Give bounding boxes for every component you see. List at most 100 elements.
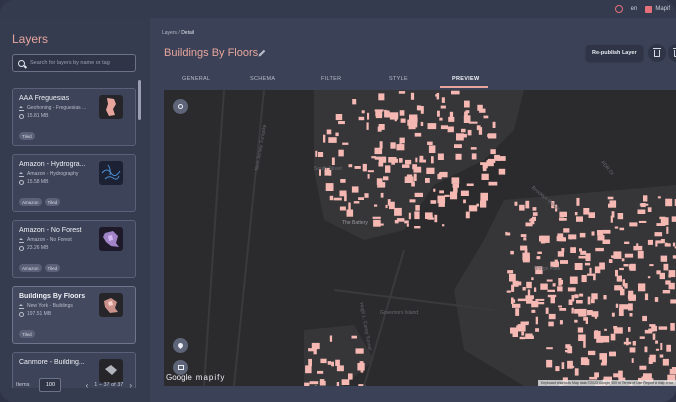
building-footprint [467,129,472,136]
source-icon [19,237,24,243]
building-footprint [442,224,445,227]
building-footprint [461,128,466,133]
storage-icon [19,179,24,185]
layer-size-text: 15.58 MB [27,179,49,185]
language-switch[interactable] [614,5,623,13]
building-footprint [367,112,370,120]
tab-filter[interactable]: FILTER [321,76,341,82]
building-footprint [464,100,470,108]
building-footprint [633,245,643,251]
building-footprint [455,144,458,148]
building-footprint [440,105,446,109]
building-footprint [449,111,454,119]
building-footprint [552,283,556,287]
building-footprint [607,196,614,200]
tag[interactable]: Tiled [44,264,61,272]
items-per-page-select[interactable]: 100 [39,378,62,392]
building-footprint [668,270,676,278]
user-menu[interactable]: Mapif [645,5,670,13]
republish-button[interactable]: Re-publish Layer [586,45,643,61]
building-footprint [670,323,675,331]
tab-schema[interactable]: SCHEMA [250,76,275,82]
building-footprint [560,279,563,285]
building-footprint [615,303,619,308]
building-footprint [471,153,477,160]
building-footprint [431,156,434,164]
language-label[interactable]: en [631,6,638,12]
tab-general[interactable]: GENERAL [182,76,210,82]
building-footprint [535,316,538,325]
building-footprint [546,279,553,282]
chevron-right-icon[interactable]: › [129,381,132,390]
pencil-icon[interactable] [257,48,267,58]
pagination: ‹ 1 – 37 of 37 › [86,381,132,390]
tab-preview[interactable]: PREVIEW [452,76,479,82]
layer-search-input[interactable] [30,60,130,66]
layer-thumbnail [99,293,123,317]
sidebar-title: Layers [12,32,49,46]
building-footprint [420,121,424,126]
more-button[interactable] [668,44,676,62]
building-footprint [657,196,661,199]
building-footprint [560,260,568,264]
building-footprint [643,195,648,202]
building-footprint [622,279,625,287]
tag[interactable]: Amazon [19,198,42,206]
building-footprint [425,178,430,183]
building-footprint [339,190,347,197]
building-footprint [468,205,478,212]
building-footprint [644,293,649,301]
tab-style[interactable]: STYLE [389,76,408,82]
chevron-left-icon[interactable]: ‹ [86,381,89,390]
tag[interactable]: Tiled [19,132,35,140]
building-footprint [367,170,374,173]
building-footprint [525,335,534,339]
map-location-button[interactable] [173,338,188,353]
building-footprint [435,94,438,97]
map-attribution[interactable]: Keyboard shortcuts Map data ©2023 Google… [537,380,676,386]
breadcrumb-root[interactable]: Layers [162,30,177,36]
building-footprint [660,255,668,262]
building-footprint [325,183,334,191]
delete-button[interactable] [648,44,666,62]
map-preview[interactable]: South Street The Battery New Jersey Turn… [164,90,676,386]
layer-card[interactable]: Amazon - Hydrogra... Amazon - Hydrograph… [12,154,136,212]
globe-icon [614,5,623,13]
building-footprint [647,239,653,245]
building-footprint [567,365,575,368]
building-footprint [385,110,390,118]
building-footprint [338,149,344,157]
building-footprint [655,340,658,344]
map-search-button[interactable] [173,99,188,114]
building-footprint [511,297,514,305]
layer-card-selected[interactable]: Buildings By Floors New York - Buildings… [12,286,136,344]
building-footprint [574,294,579,299]
building-footprint [331,361,334,367]
building-footprint [517,298,527,302]
building-footprint [663,263,669,271]
layer-search[interactable] [12,54,136,72]
layer-list-scrollbar[interactable] [138,80,141,120]
building-footprint [589,267,592,274]
building-footprint [570,247,576,253]
tag[interactable]: Tiled [44,198,61,206]
building-footprint [413,166,422,173]
building-footprint [531,300,539,308]
building-footprint [669,368,676,375]
layer-card[interactable]: AAA Freguesias Geohoning - Freguesias ..… [12,88,136,146]
building-footprint [639,365,647,370]
building-footprint [604,328,607,331]
building-footprint [560,218,567,221]
search-icon [178,104,183,109]
building-footprint [434,214,438,223]
building-footprint [338,121,345,125]
layer-card[interactable]: Amazon - No Forest Amazon - No Forest 23… [12,220,136,278]
tag[interactable]: Tiled [19,330,35,338]
building-footprint [526,321,529,324]
building-footprint [580,250,587,255]
tag[interactable]: Amazon [19,264,42,272]
app-window: en Mapif Layers AAA Freguesias Geohoning… [0,0,676,402]
building-footprint [465,211,470,219]
building-footprint [505,231,508,236]
street-label: Governors Island [380,310,419,316]
